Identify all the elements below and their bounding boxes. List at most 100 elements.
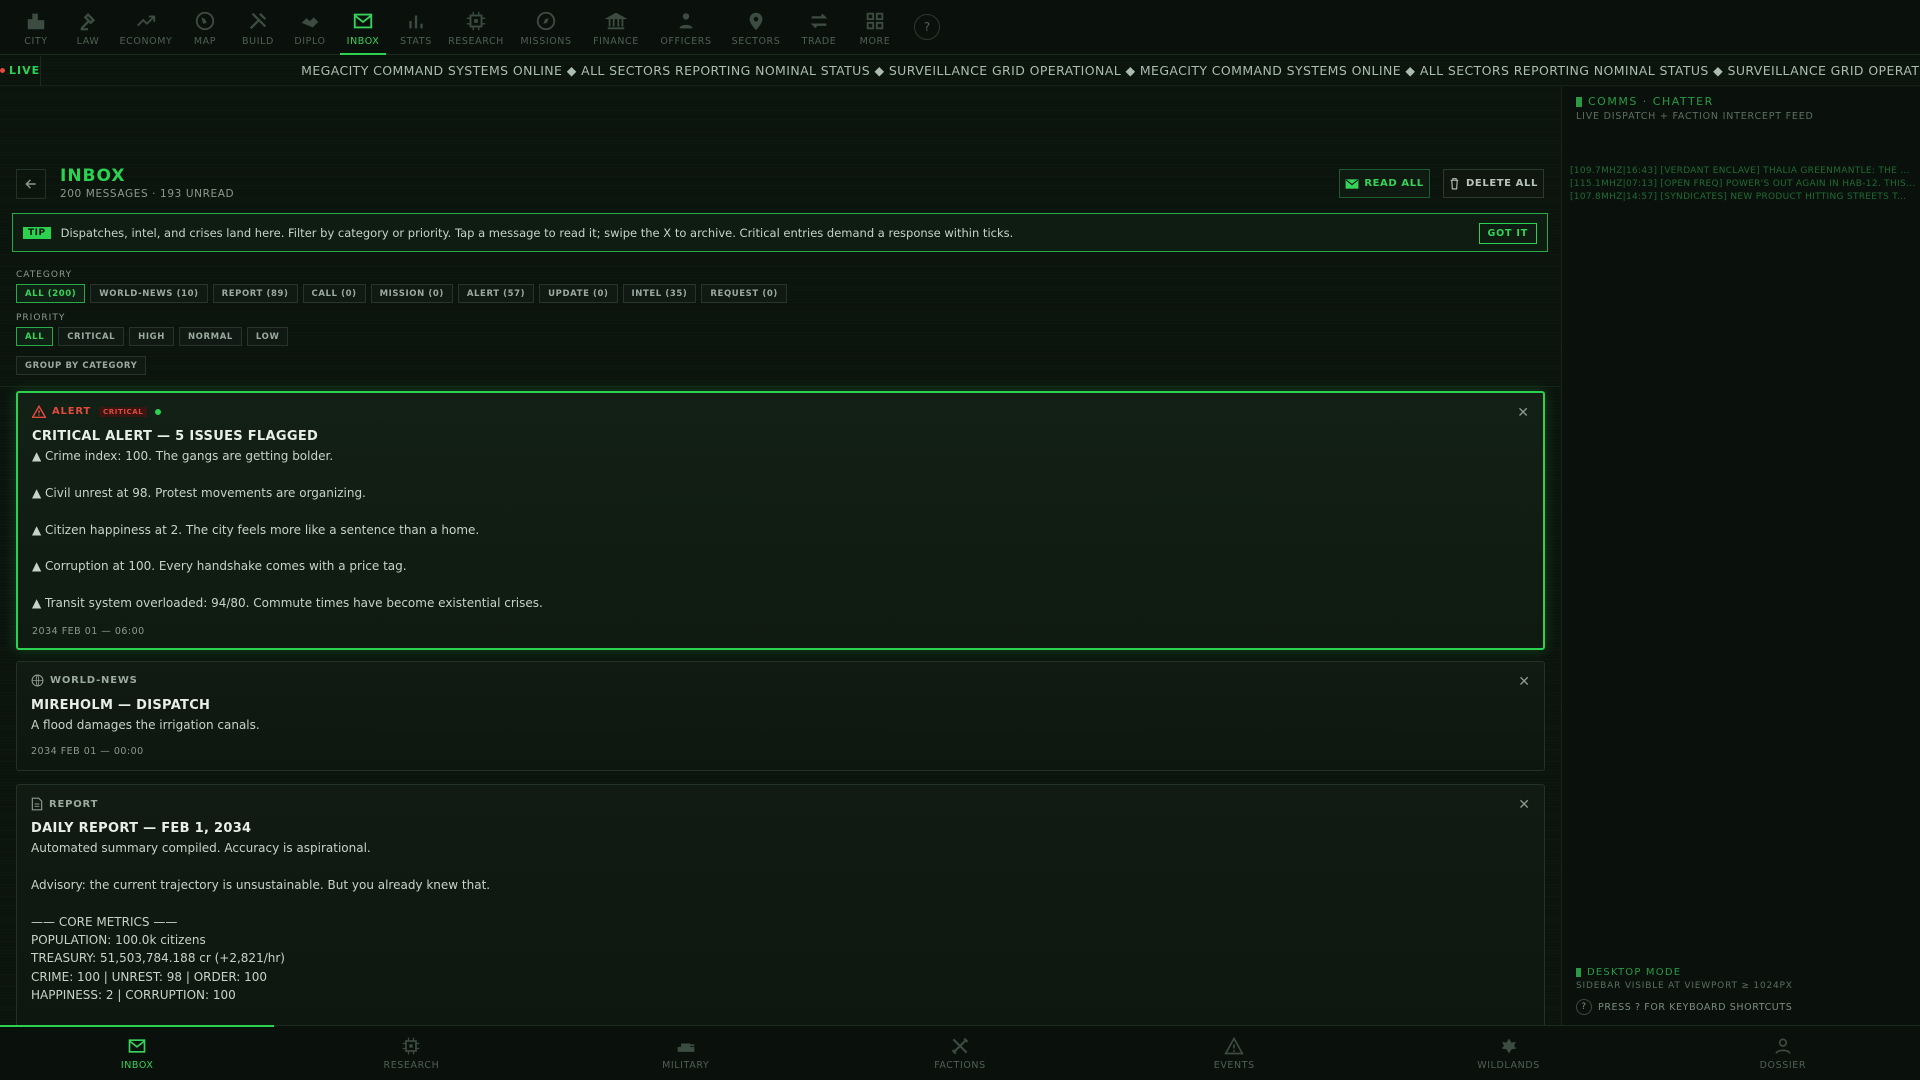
bottom-nav-research[interactable]: RESEARCH bbox=[274, 1026, 548, 1080]
feed-item[interactable]: [115.1MHZ|07:13] [OPEN FREQ] POWER'S OUT… bbox=[1570, 178, 1915, 191]
nav-law[interactable]: LAW bbox=[62, 0, 114, 55]
nav-build[interactable]: BUILD bbox=[232, 0, 284, 55]
pin-icon bbox=[749, 12, 763, 31]
mail-check-icon bbox=[1345, 178, 1359, 189]
swap-icon bbox=[810, 13, 828, 29]
card-header: WORLD-NEWS bbox=[31, 674, 138, 687]
swords-icon bbox=[951, 1037, 969, 1054]
filter-category-intel[interactable]: INTEL (35) bbox=[622, 284, 697, 303]
message-title: MIREHOLM — DISPATCH bbox=[31, 698, 211, 713]
comms-sidebar: COMMS · CHATTER LIVE DISPATCH + FACTION … bbox=[1561, 87, 1920, 1025]
desktop-mode-subtitle: SIDEBAR VISIBLE AT VIEWPORT ≥ 1024PX bbox=[1576, 981, 1793, 991]
message-title: DAILY REPORT — FEB 1, 2034 bbox=[31, 821, 252, 836]
message-timestamp: 2034 FEB 01 — 00:00 bbox=[31, 746, 144, 757]
message-card-report[interactable]: REPORT ✕ DAILY REPORT — FEB 1, 2034 Auto… bbox=[16, 784, 1545, 1025]
square-icon bbox=[1576, 97, 1582, 107]
back-button[interactable] bbox=[16, 169, 46, 199]
nav-inbox[interactable]: INBOX bbox=[336, 0, 390, 55]
nav-more[interactable]: MORE bbox=[848, 0, 902, 55]
nav-research[interactable]: RESEARCH bbox=[442, 0, 510, 55]
mail-icon bbox=[128, 1038, 146, 1053]
leaf-icon bbox=[1501, 1038, 1517, 1053]
nav-trade[interactable]: TRADE bbox=[790, 0, 848, 55]
filter-priority-all[interactable]: ALL bbox=[16, 327, 54, 346]
card-header: REPORT bbox=[31, 797, 98, 811]
message-body: Automated summary compiled. Accuracy is … bbox=[31, 841, 491, 1003]
ticker-text: MEGACITY COMMAND SYSTEMS ONLINE ◆ ALL SE… bbox=[301, 63, 1920, 78]
tip-text: Dispatches, intel, and crises land here.… bbox=[60, 225, 1014, 240]
nav-diplo[interactable]: DIPLO bbox=[284, 0, 336, 55]
got-it-button[interactable]: GOT IT bbox=[1478, 223, 1537, 244]
gavel-icon bbox=[80, 12, 96, 31]
bar-chart-icon bbox=[409, 15, 423, 29]
bottom-nav-dossier[interactable]: DOSSIER bbox=[1646, 1026, 1920, 1080]
compass-icon bbox=[536, 11, 556, 31]
warning-icon bbox=[32, 405, 46, 418]
nav-map[interactable]: MAP bbox=[178, 0, 232, 55]
category-label: CATEGORY bbox=[16, 270, 73, 280]
filter-priority-critical[interactable]: CRITICAL bbox=[58, 327, 125, 346]
filter-priority-low[interactable]: LOW bbox=[246, 327, 289, 346]
filter-category-all[interactable]: ALL (200) bbox=[16, 284, 86, 303]
tip-tag: TIP bbox=[23, 226, 51, 239]
message-card-world-news[interactable]: WORLD-NEWS ✕ MIREHOLM — DISPATCH A flood… bbox=[16, 661, 1545, 771]
nav-stats[interactable]: STATS bbox=[390, 0, 442, 55]
keyboard-shortcuts-hint[interactable]: ? PRESS ? FOR KEYBOARD SHORTCUTS bbox=[1576, 999, 1792, 1015]
live-dot-icon bbox=[0, 68, 5, 73]
page-title: INBOX bbox=[60, 166, 126, 186]
message-count: 200 MESSAGES · 193 UNREAD bbox=[60, 188, 235, 200]
globe-icon bbox=[195, 11, 215, 31]
nav-finance[interactable]: FINANCE bbox=[582, 0, 650, 55]
grid-icon bbox=[866, 12, 884, 30]
chip-icon bbox=[403, 1037, 420, 1054]
card-header: ALERT CRITICAL bbox=[32, 405, 162, 418]
live-indicator: LIVE bbox=[0, 55, 42, 86]
bottom-nav-military[interactable]: MILITARY bbox=[549, 1026, 823, 1080]
chatter-feed: [109.7MHZ|16:43] [VERDANT ENCLAVE] THALI… bbox=[1570, 165, 1915, 204]
close-icon[interactable]: ✕ bbox=[1518, 797, 1530, 813]
nav-city[interactable]: CITY bbox=[10, 0, 62, 55]
delete-all-button[interactable]: DELETE ALL bbox=[1443, 169, 1544, 198]
tank-icon bbox=[677, 1043, 695, 1052]
feed-item[interactable]: [109.7MHZ|16:43] [VERDANT ENCLAVE] THALI… bbox=[1570, 165, 1915, 178]
message-card-alert[interactable]: ALERT CRITICAL ✕ CRITICAL ALERT — 5 ISSU… bbox=[16, 391, 1545, 650]
divider bbox=[0, 386, 1561, 387]
close-icon[interactable]: ✕ bbox=[1518, 674, 1530, 690]
message-title: CRITICAL ALERT — 5 ISSUES FLAGGED bbox=[32, 429, 319, 444]
help-button[interactable]: ? bbox=[914, 14, 940, 40]
bottom-nav-factions[interactable]: FACTIONS bbox=[823, 1026, 1097, 1080]
filter-category-call[interactable]: CALL (0) bbox=[302, 284, 366, 303]
bottom-nav-inbox[interactable]: INBOX bbox=[0, 1025, 275, 1080]
filter-category-request[interactable]: REQUEST (0) bbox=[701, 284, 787, 303]
category-label: ALERT bbox=[52, 406, 92, 417]
filter-category-report[interactable]: REPORT (89) bbox=[212, 284, 298, 303]
arrow-left-icon bbox=[25, 179, 36, 189]
bottom-nav-wildlands[interactable]: WILDLANDS bbox=[1371, 1026, 1645, 1080]
tip-banner: TIP Dispatches, intel, and crises land h… bbox=[12, 213, 1548, 252]
person-icon bbox=[1775, 1038, 1791, 1054]
nav-missions[interactable]: MISSIONS bbox=[510, 0, 582, 55]
nav-economy[interactable]: ECONOMY bbox=[114, 0, 178, 55]
message-body: A flood damages the irrigation canals. bbox=[31, 718, 260, 732]
filter-category-world-news[interactable]: WORLD-NEWS (10) bbox=[90, 284, 208, 303]
filter-category-update[interactable]: UPDATE (0) bbox=[539, 284, 618, 303]
read-all-button[interactable]: READ ALL bbox=[1339, 169, 1430, 198]
filter-category-alert[interactable]: ALERT (57) bbox=[457, 284, 535, 303]
city-icon bbox=[27, 13, 45, 30]
nav-officers[interactable]: OFFICERS bbox=[650, 0, 722, 55]
desktop-mode-title: DESKTOP MODE bbox=[1576, 967, 1681, 978]
close-icon[interactable]: ✕ bbox=[1517, 405, 1529, 421]
feed-item[interactable]: [107.8MHZ|14:57] [SYNDICATES] NEW PRODUC… bbox=[1570, 191, 1915, 204]
group-by-category-toggle[interactable]: GROUP BY CATEGORY bbox=[16, 356, 147, 375]
filter-priority-high[interactable]: HIGH bbox=[129, 327, 174, 346]
filter-priority-normal[interactable]: NORMAL bbox=[178, 327, 242, 346]
message-body: ▲ Crime index: 100. The gangs are gettin… bbox=[32, 449, 543, 611]
mail-icon bbox=[353, 13, 373, 29]
filter-category-mission[interactable]: MISSION (0) bbox=[370, 284, 453, 303]
bottom-nav-events[interactable]: EVENTS bbox=[1097, 1026, 1371, 1080]
nav-sectors[interactable]: SECTORS bbox=[722, 0, 790, 55]
chip-icon bbox=[466, 11, 486, 31]
priority-label: PRIORITY bbox=[16, 313, 66, 323]
trend-icon bbox=[137, 15, 156, 27]
officers-icon bbox=[679, 13, 693, 29]
